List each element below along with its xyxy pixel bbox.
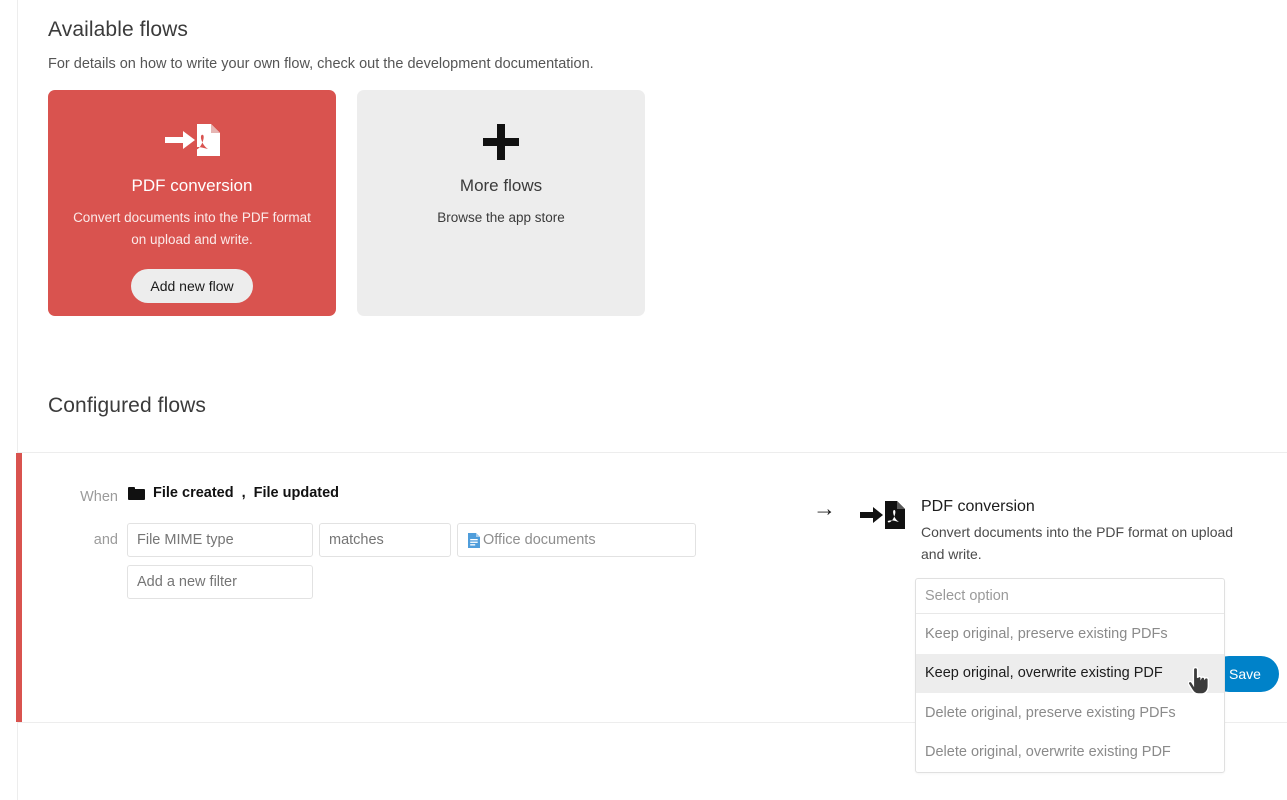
available-flows-subtitle: For details on how to write your own flo… [48,56,594,72]
plus-icon [482,123,520,161]
pdf-conversion-icon [860,501,906,529]
filter-operator-input[interactable] [319,523,451,557]
available-flows-heading: Available flows [48,18,189,41]
pdf-conversion-icon [163,123,221,162]
trigger-separator: , [241,485,246,501]
configured-flows-heading: Configured flows [48,394,207,417]
action-title: PDF conversion [921,498,1035,515]
trigger-file-created[interactable]: File created [153,485,234,501]
card-icon-row [48,112,336,172]
add-new-filter-input[interactable] [127,565,313,599]
when-label: When [80,489,118,505]
trigger-file-updated[interactable]: File updated [254,485,339,501]
available-flow-card-pdf-conversion[interactable]: PDF conversion Convert documents into th… [48,90,336,316]
select-option-input[interactable] [916,579,1224,614]
trigger-line[interactable]: File created , File updated [128,485,339,501]
card-description: Browse the app store [437,210,565,225]
folder-icon [128,486,145,500]
available-flow-card-more-flows[interactable]: More flows Browse the app store [357,90,645,316]
flow-arrow-icon: → [813,495,836,521]
filter-value-text: Office documents [483,532,596,548]
action-option-dropdown[interactable]: Keep original, preserve existing PDFs Ke… [915,578,1225,773]
dropdown-option-delete-overwrite[interactable]: Delete original, overwrite existing PDF [916,733,1224,773]
card-title: PDF conversion [131,176,253,195]
dropdown-option-delete-preserve[interactable]: Delete original, preserve existing PDFs [916,693,1224,733]
action-description: Convert documents into the PDF format on… [921,524,1234,562]
and-label: and [93,532,118,548]
card-icon-row [357,112,645,172]
add-new-flow-button[interactable]: Add new flow [131,269,253,303]
dropdown-option-keep-overwrite[interactable]: Keep original, overwrite existing PDF [916,653,1224,693]
card-title: More flows [459,176,543,195]
filter-field-input[interactable] [127,523,313,557]
filter-value-input[interactable]: Office documents [457,523,696,557]
office-document-icon [467,532,481,549]
page-root: Available flows For details on how to wr… [0,0,1287,800]
card-description: Convert documents into the PDF format on… [73,210,311,247]
dropdown-option-keep-preserve[interactable]: Keep original, preserve existing PDFs [916,614,1224,654]
